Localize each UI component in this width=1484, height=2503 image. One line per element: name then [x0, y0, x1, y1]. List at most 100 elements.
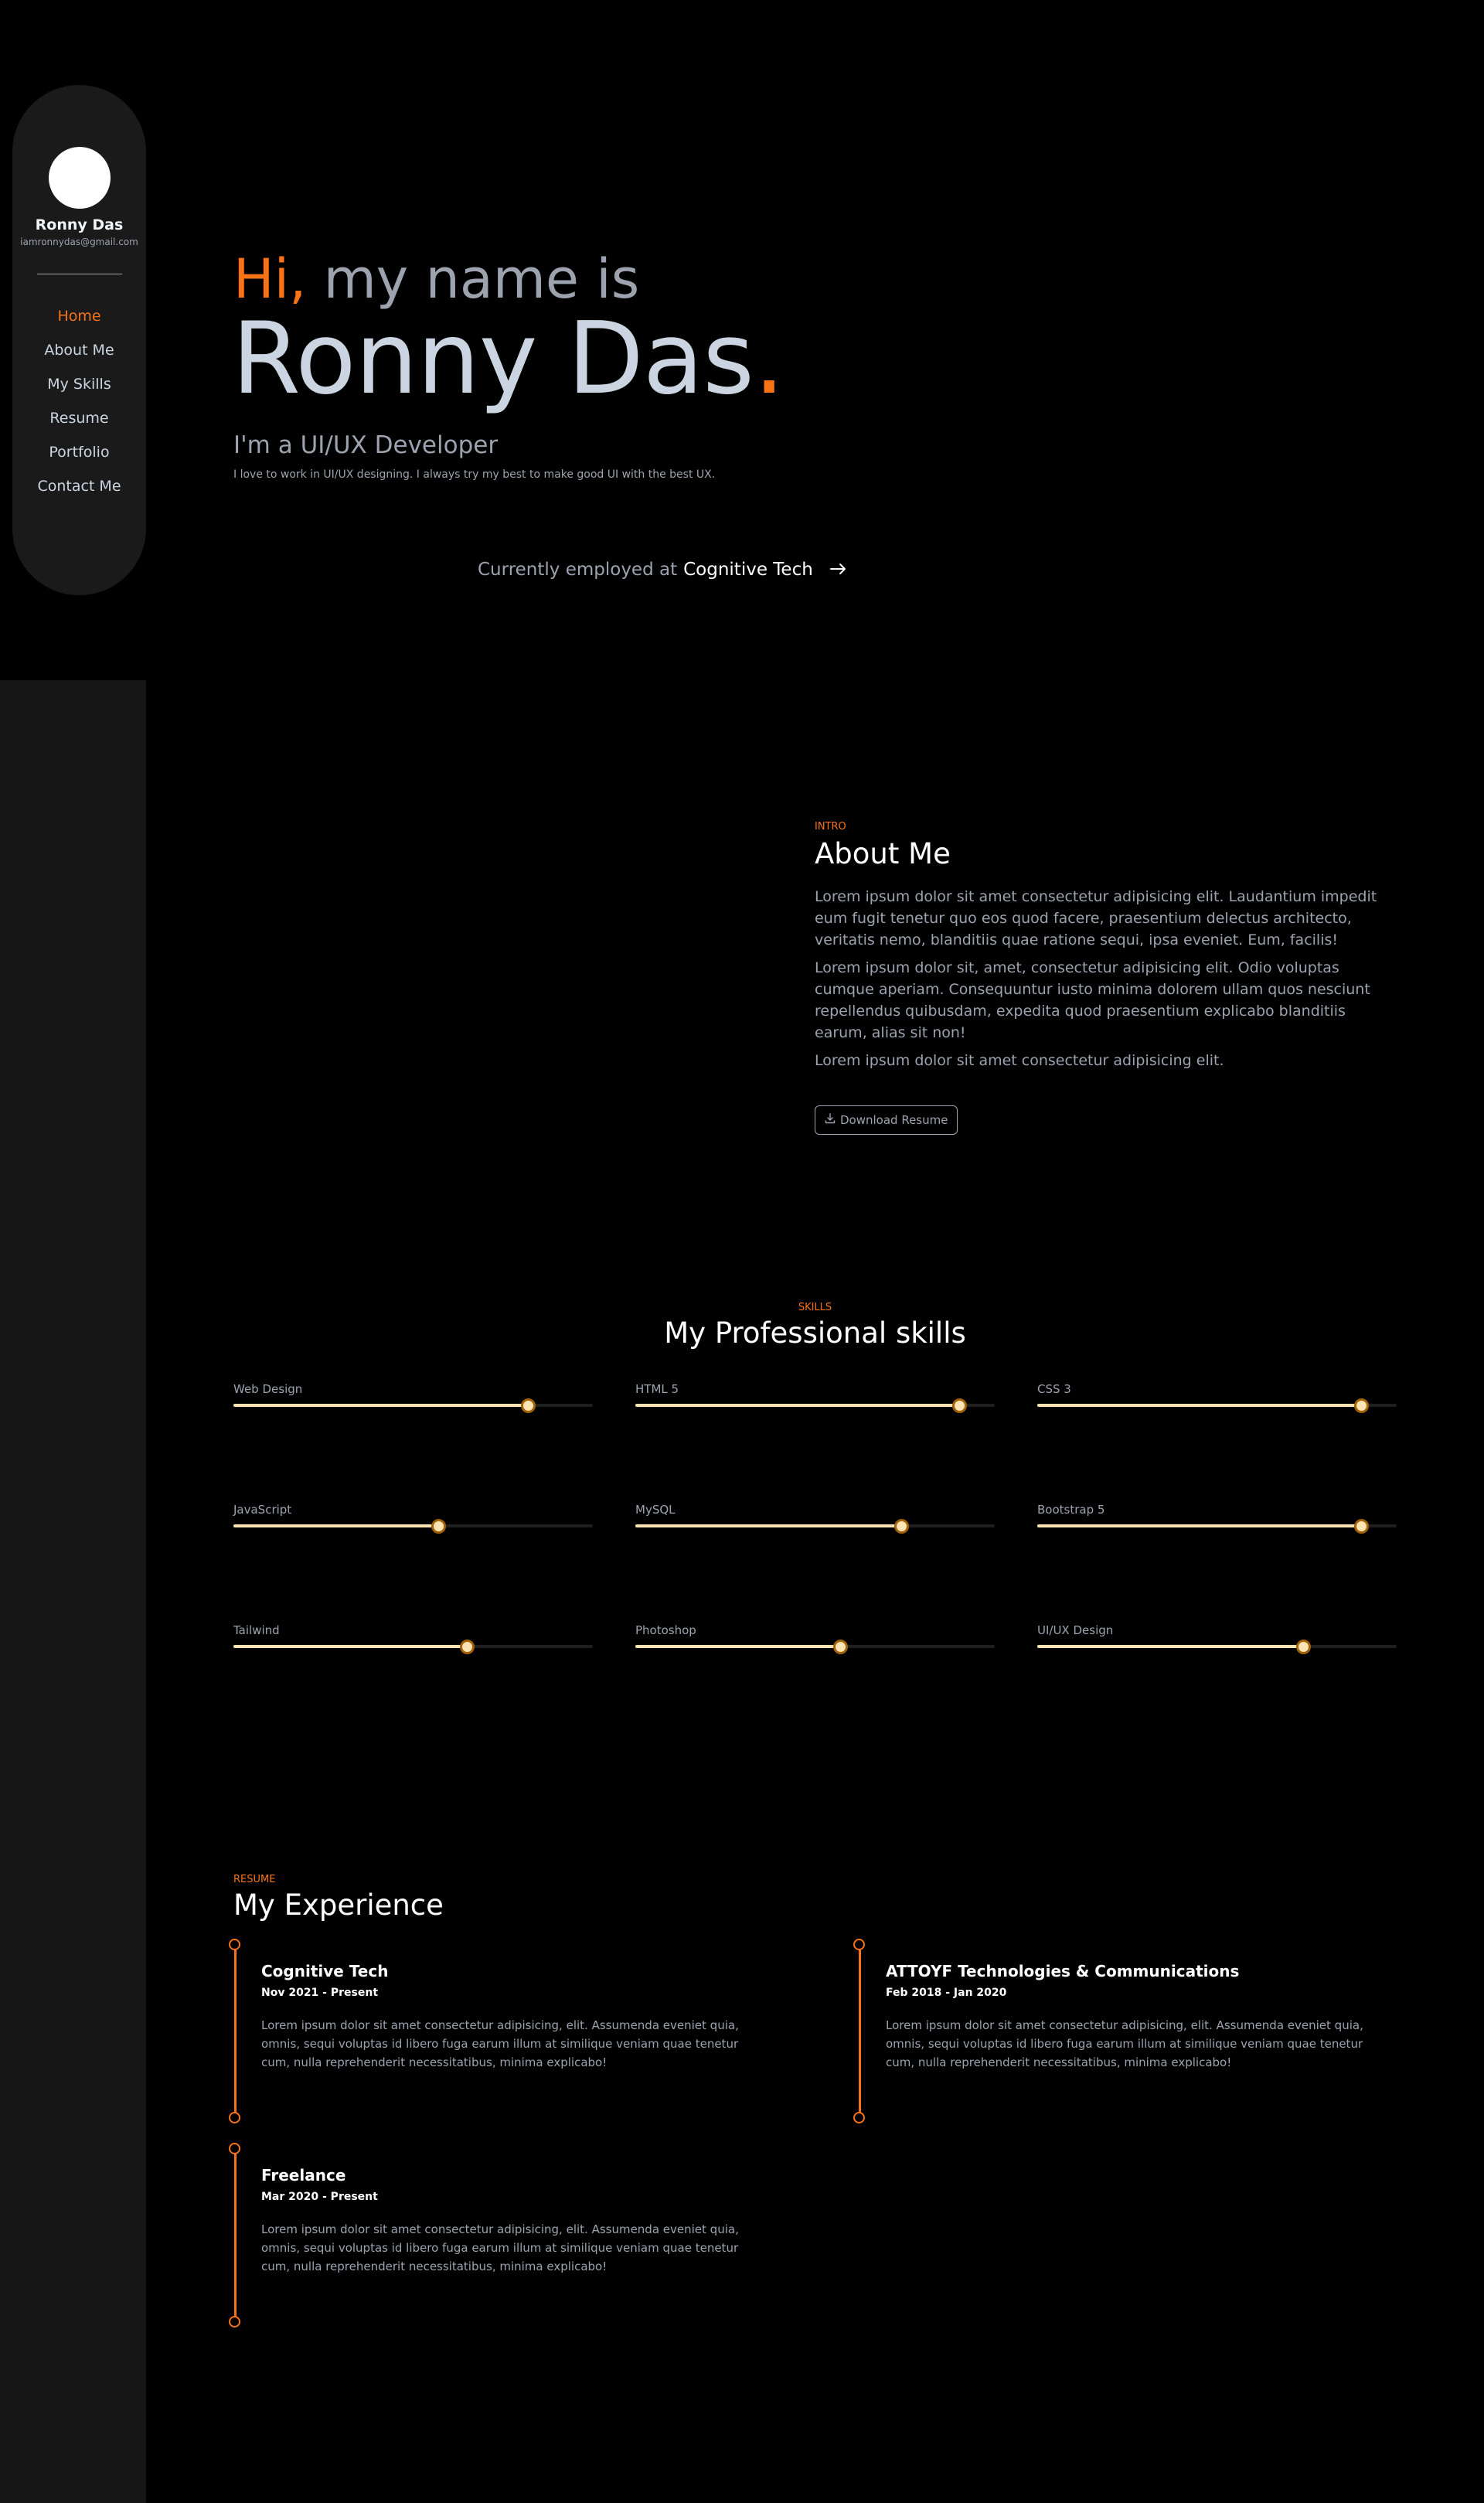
- timeline-start-dot: [853, 1939, 865, 1950]
- experience-title: Freelance: [261, 2166, 346, 2185]
- skill-knob[interactable]: [833, 1640, 849, 1654]
- experience-body: Cognitive Tech Nov 2021 - Present Lorem …: [261, 1962, 756, 2072]
- hero-role: I'm a UI/UX Developer: [233, 431, 499, 459]
- skill-fill: [1037, 1404, 1361, 1407]
- skill-label: CSS 3: [1037, 1382, 1071, 1396]
- employed-company-link[interactable]: Cognitive Tech: [683, 560, 813, 580]
- skill-fill: [233, 1404, 529, 1407]
- skill-label: Tailwind: [233, 1623, 280, 1637]
- skill-knob[interactable]: [1296, 1640, 1312, 1654]
- skill-track: [233, 1398, 593, 1413]
- skill-fill: [233, 1645, 468, 1648]
- download-icon: [825, 1113, 836, 1127]
- experience-item-attoyf: ATTOYF Technologies & Communications Feb…: [853, 1939, 1401, 2124]
- skill-track: [1037, 1519, 1397, 1534]
- skill-photoshop: Photoshop: [635, 1623, 995, 1654]
- skill-fill: [635, 1524, 902, 1527]
- about-title: About Me: [815, 837, 951, 870]
- download-resume-button[interactable]: Download Resume: [815, 1105, 958, 1135]
- skill-tailwind: Tailwind: [233, 1623, 593, 1654]
- skill-label: JavaScript: [233, 1503, 292, 1517]
- arrow-right-icon[interactable]: [829, 560, 847, 580]
- experience-item-cognitive-tech: Cognitive Tech Nov 2021 - Present Lorem …: [229, 1939, 776, 2124]
- timeline-start-dot: [229, 1939, 240, 1950]
- nav-item-portfolio[interactable]: Portfolio: [49, 435, 109, 469]
- timeline-end-dot: [229, 2316, 240, 2328]
- sidebar-email: iamronnydas@gmail.com: [20, 237, 138, 247]
- skill-knob[interactable]: [951, 1398, 967, 1413]
- experience-body: ATTOYF Technologies & Communications Feb…: [886, 1962, 1380, 2072]
- skill-track: [233, 1519, 593, 1534]
- experience-text: Lorem ipsum dolor sit amet consectetur a…: [261, 2018, 739, 2069]
- skill-track: [635, 1398, 995, 1413]
- hero-name-text: Ronny Das: [232, 301, 754, 417]
- skills-header: SKILLS My Professional skills: [146, 1302, 1484, 1350]
- nav-item-home[interactable]: Home: [57, 299, 100, 333]
- skill-javascript: JavaScript: [233, 1503, 593, 1534]
- hero-name: Ronny Das.: [232, 305, 785, 414]
- about-paragraph: Lorem ipsum dolor sit amet consectetur a…: [815, 1052, 1224, 1069]
- skill-knob[interactable]: [460, 1640, 475, 1654]
- about-section: INTRO About Me Lorem ipsum dolor sit ame…: [815, 821, 1387, 1135]
- skill-track: [1037, 1640, 1397, 1654]
- experience-title: My Experience: [233, 1888, 444, 1922]
- timeline-line: [233, 2151, 237, 2322]
- nav-item-about-me[interactable]: About Me: [44, 333, 114, 367]
- skill-fill: [1037, 1645, 1304, 1648]
- sidebar-name: Ronny Das: [35, 216, 124, 233]
- about-paragraph: Lorem ipsum dolor sit, amet, consectetur…: [815, 959, 1370, 1041]
- skills-title: My Professional skills: [664, 1316, 966, 1350]
- about-paragraph: Lorem ipsum dolor sit amet consectetur a…: [815, 888, 1377, 948]
- skill-label: Bootstrap 5: [1037, 1503, 1105, 1517]
- skill-label: Photoshop: [635, 1623, 696, 1637]
- timeline-end-dot: [853, 2112, 865, 2123]
- experience-tag: RESUME: [233, 1874, 276, 1885]
- nav-item-my-skills[interactable]: My Skills: [47, 367, 111, 401]
- skill-track: [635, 1640, 995, 1654]
- skill-bootstrap5: Bootstrap 5: [1037, 1503, 1397, 1534]
- experience-text: Lorem ipsum dolor sit amet consectetur a…: [886, 2018, 1363, 2069]
- hero-name-dot: .: [753, 301, 785, 417]
- skill-label: UI/UX Design: [1037, 1623, 1114, 1637]
- avatar: [48, 147, 111, 209]
- sidebar: Ronny Das iamronnydas@gmail.com Home Abo…: [12, 85, 146, 595]
- experience-dates: Nov 2021 - Present: [261, 1987, 379, 1999]
- experience-title: ATTOYF Technologies & Communications: [886, 1962, 1240, 1980]
- skill-label: HTML 5: [635, 1382, 679, 1396]
- timeline-start-dot: [229, 2143, 240, 2154]
- experience-title: Cognitive Tech: [261, 1962, 389, 1980]
- skill-label: MySQL: [635, 1503, 676, 1517]
- nav-item-resume[interactable]: Resume: [49, 401, 108, 435]
- experience-header: RESUME My Experience: [233, 1874, 444, 1922]
- experience-dates: Mar 2020 - Present: [261, 2191, 378, 2203]
- timeline-line: [858, 1946, 861, 2118]
- skill-fill: [635, 1645, 841, 1648]
- skill-knob[interactable]: [1353, 1519, 1369, 1534]
- timeline-end-dot: [229, 2112, 240, 2123]
- skill-track: [233, 1640, 593, 1654]
- skill-fill: [1037, 1524, 1361, 1527]
- skill-web-design: Web Design: [233, 1382, 593, 1413]
- skill-knob[interactable]: [1353, 1398, 1369, 1413]
- employed-line: Currently employed at Cognitive Tech: [478, 560, 847, 580]
- about-tag: INTRO: [815, 821, 846, 833]
- skill-mysql: MySQL: [635, 1503, 995, 1534]
- experience-dates: Feb 2018 - Jan 2020: [886, 1987, 1007, 1999]
- nav-item-contact-me[interactable]: Contact Me: [37, 469, 121, 503]
- download-resume-label: Download Resume: [840, 1113, 948, 1127]
- experience-item-freelance: Freelance Mar 2020 - Present Lorem ipsum…: [229, 2143, 776, 2328]
- skill-knob[interactable]: [431, 1519, 447, 1534]
- timeline-line: [233, 1946, 237, 2118]
- skill-css3: CSS 3: [1037, 1382, 1397, 1413]
- skills-tag: SKILLS: [798, 1302, 832, 1313]
- experience-text: Lorem ipsum dolor sit amet consectetur a…: [261, 2222, 739, 2273]
- experience-body: Freelance Mar 2020 - Present Lorem ipsum…: [261, 2166, 756, 2276]
- skill-uiux-design: UI/UX Design: [1037, 1623, 1397, 1654]
- skill-knob[interactable]: [521, 1398, 536, 1413]
- skill-fill: [635, 1404, 959, 1407]
- employed-prefix: Currently employed at: [478, 560, 678, 580]
- skill-html5: HTML 5: [635, 1382, 995, 1413]
- skill-label: Web Design: [233, 1382, 303, 1396]
- skill-track: [1037, 1398, 1397, 1413]
- skill-knob[interactable]: [894, 1519, 910, 1534]
